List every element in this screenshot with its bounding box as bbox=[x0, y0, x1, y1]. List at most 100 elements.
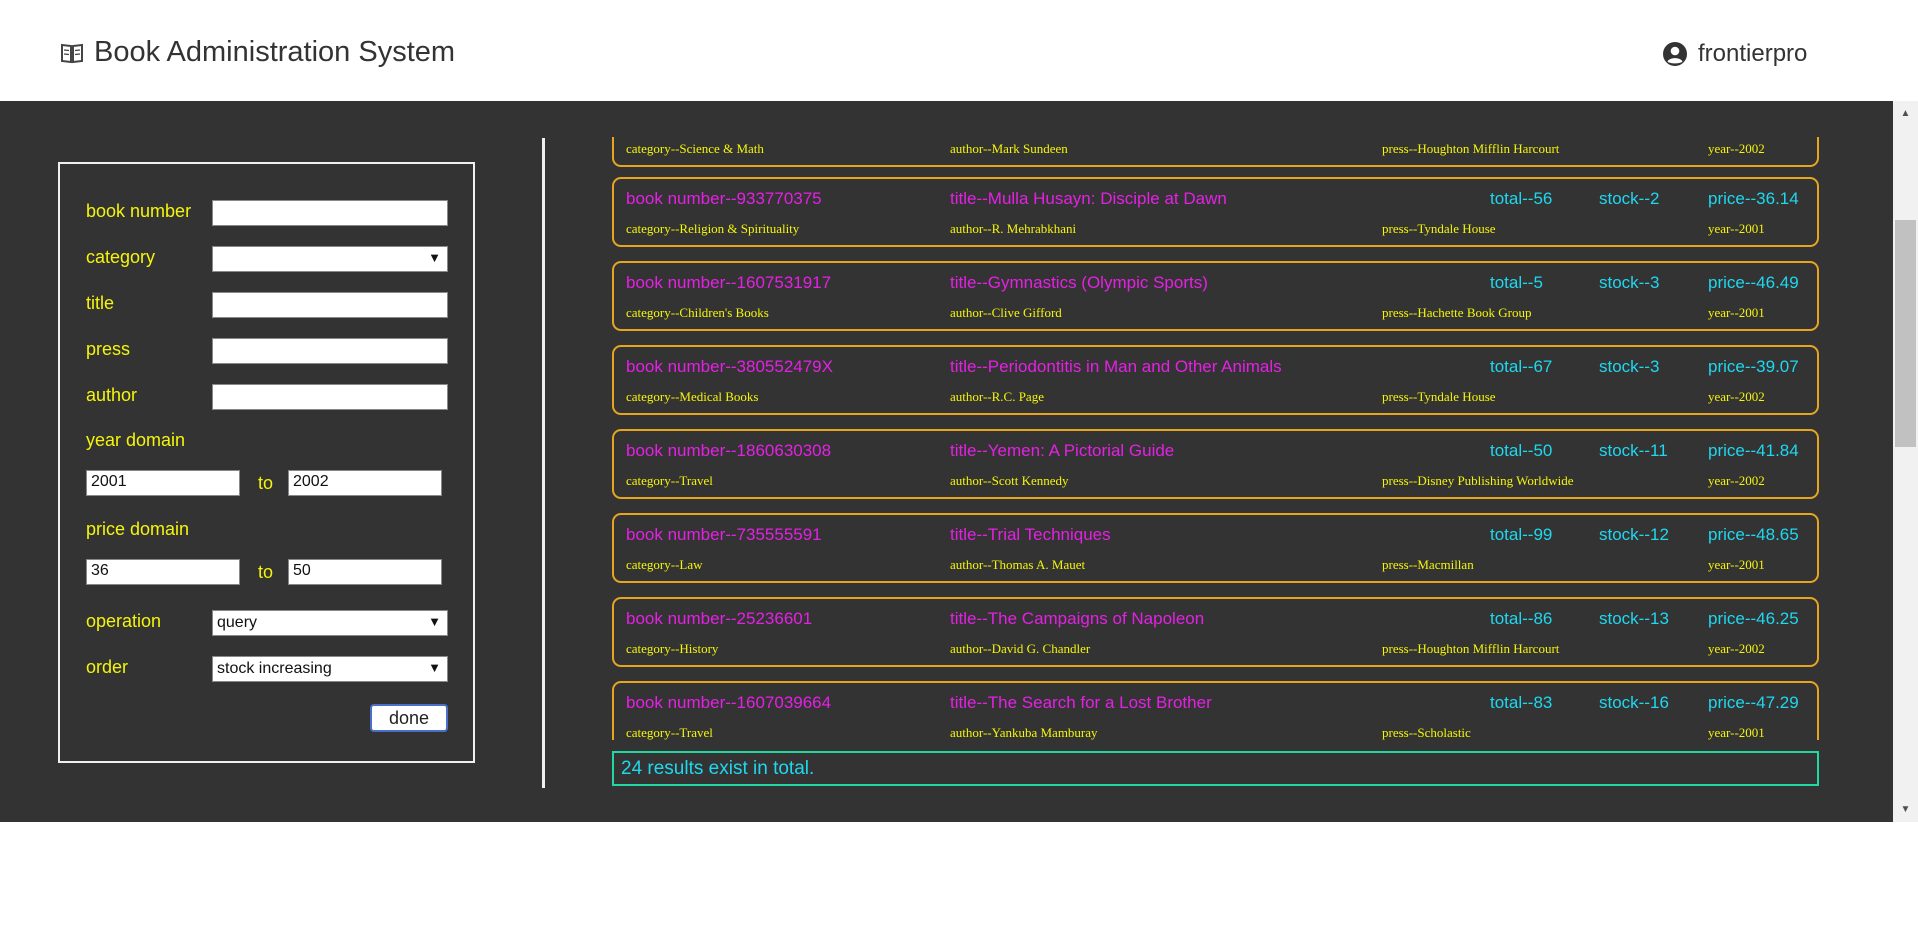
result-author: author--Thomas A. Mauet bbox=[950, 557, 1086, 572]
user-menu[interactable]: frontierpro bbox=[1662, 40, 1807, 68]
result-stock: stock--3 bbox=[1599, 357, 1660, 376]
result-total: total--5 bbox=[1490, 273, 1543, 292]
author-label: author bbox=[86, 385, 138, 405]
result-total: total--67 bbox=[1490, 357, 1553, 376]
result-stock: stock--11 bbox=[1599, 441, 1668, 460]
result-year: year--2002 bbox=[1708, 473, 1765, 488]
order-row: order stock increasing ▼ bbox=[86, 654, 448, 684]
result-card[interactable]: book number--1607039664 title--The Searc… bbox=[612, 681, 1819, 740]
category-select[interactable]: ▼ bbox=[212, 246, 448, 272]
result-category: category--Religion & Spirituality bbox=[626, 221, 800, 236]
result-book-number: book number--1607531917 bbox=[626, 273, 832, 292]
result-card[interactable]: book number--25236601 title--The Campaig… bbox=[612, 597, 1819, 667]
result-press: press--Macmillan bbox=[1382, 557, 1474, 572]
operation-row: operation query ▼ bbox=[86, 608, 448, 638]
result-author: author--Yankuba Mamburay bbox=[950, 725, 1098, 740]
price-from-input[interactable]: 36 bbox=[86, 559, 240, 585]
result-book-number: book number--1607039664 bbox=[626, 693, 832, 712]
book-number-input[interactable] bbox=[212, 200, 448, 226]
result-price: price--41.84 bbox=[1708, 441, 1799, 460]
result-card[interactable]: book number--1860630308 title--Yemen: A … bbox=[612, 429, 1819, 499]
result-year: year--2001 bbox=[1708, 221, 1765, 236]
press-input[interactable] bbox=[212, 338, 448, 364]
year-to-input[interactable]: 2002 bbox=[288, 470, 442, 496]
scroll-down-icon[interactable]: ▼ bbox=[1893, 797, 1918, 822]
result-stock: stock--2 bbox=[1599, 189, 1660, 208]
year-range-row: 2001 to 2002 bbox=[86, 470, 446, 500]
result-author: author--Mark Sundeen bbox=[950, 141, 1068, 156]
result-total: total--83 bbox=[1490, 693, 1553, 712]
result-price: price--39.07 bbox=[1708, 357, 1799, 376]
result-book-number: book number--1860630308 bbox=[626, 441, 832, 460]
operation-select[interactable]: query ▼ bbox=[212, 610, 448, 636]
app-title: Book Administration System bbox=[94, 36, 456, 68]
author-row: author bbox=[86, 382, 448, 412]
done-button[interactable]: done bbox=[370, 704, 448, 732]
author-input[interactable] bbox=[212, 384, 448, 410]
result-category: category--History bbox=[626, 641, 719, 656]
result-title: title--Periodontitis in Man and Other An… bbox=[950, 357, 1282, 376]
result-title: title--Trial Techniques bbox=[950, 525, 1111, 544]
brand: Book Administration System bbox=[60, 36, 455, 69]
result-press: press--Houghton Mifflin Harcourt bbox=[1382, 141, 1560, 156]
result-title: title--The Search for a Lost Brother bbox=[950, 693, 1212, 712]
price-to-input[interactable]: 50 bbox=[288, 559, 442, 585]
category-row: category ▼ bbox=[86, 244, 448, 274]
result-total: total--86 bbox=[1490, 609, 1553, 628]
press-label: press bbox=[86, 339, 131, 359]
price-domain-label: price domain bbox=[86, 519, 190, 539]
result-year: year--2002 bbox=[1708, 389, 1765, 404]
order-select[interactable]: stock increasing ▼ bbox=[212, 656, 448, 682]
result-book-number: book number--380552479X bbox=[626, 357, 833, 376]
result-author: author--Clive Gifford bbox=[950, 305, 1062, 320]
result-card[interactable]: book number--735555591 title--Trial Tech… bbox=[612, 513, 1819, 583]
year-to-label: to bbox=[258, 473, 274, 493]
result-press: press--Houghton Mifflin Harcourt bbox=[1382, 641, 1560, 656]
result-card[interactable]: book number--933770375 title--Mulla Husa… bbox=[612, 177, 1819, 247]
category-label: category bbox=[86, 247, 156, 267]
result-book-number: book number--933770375 bbox=[626, 189, 822, 208]
page-scrollbar[interactable]: ▲ ▼ bbox=[1893, 101, 1918, 822]
scroll-up-icon[interactable]: ▲ bbox=[1893, 101, 1918, 126]
result-price: price--46.25 bbox=[1708, 609, 1799, 628]
result-author: author--Scott Kennedy bbox=[950, 473, 1069, 488]
result-stock: stock--16 bbox=[1599, 693, 1669, 712]
result-card[interactable]: book number--380552479X title--Periodont… bbox=[612, 345, 1819, 415]
result-total: total--99 bbox=[1490, 525, 1553, 544]
order-select-value: stock increasing bbox=[217, 660, 332, 677]
result-book-number: book number--25236601 bbox=[626, 609, 813, 628]
result-stock: stock--12 bbox=[1599, 525, 1669, 544]
result-category: category--Travel bbox=[626, 725, 713, 740]
result-title: title--The Campaigns of Napoleon bbox=[950, 609, 1205, 628]
result-year: year--2001 bbox=[1708, 305, 1765, 320]
title-input[interactable] bbox=[212, 292, 448, 318]
price-domain-row: price domain bbox=[86, 516, 446, 546]
results-summary: 24 results exist in total. bbox=[612, 751, 1819, 786]
book-icon bbox=[61, 43, 83, 63]
result-card[interactable]: category--Science & Math author--Mark Su… bbox=[612, 137, 1819, 167]
price-range-row: 36 to 50 bbox=[86, 559, 446, 589]
order-label: order bbox=[86, 657, 129, 677]
results-list[interactable]: category--Science & Math author--Mark Su… bbox=[612, 137, 1819, 740]
result-card[interactable]: book number--1607531917 title--Gymnastic… bbox=[612, 261, 1819, 331]
title-row: title bbox=[86, 290, 448, 320]
operation-label: operation bbox=[86, 611, 162, 631]
caret-down-icon: ▼ bbox=[428, 250, 441, 265]
result-category: category--Travel bbox=[626, 473, 713, 488]
year-domain-label: year domain bbox=[86, 430, 186, 450]
year-domain-row: year domain bbox=[86, 427, 446, 457]
result-category: category--Law bbox=[626, 557, 703, 572]
result-author: author--R.C. Page bbox=[950, 389, 1044, 404]
result-press: press--Tyndale House bbox=[1382, 221, 1496, 236]
result-category: category--Medical Books bbox=[626, 389, 759, 404]
result-title: title--Mulla Husayn: Disciple at Dawn bbox=[950, 189, 1227, 208]
year-from-input[interactable]: 2001 bbox=[86, 470, 240, 496]
user-circle-icon bbox=[1663, 42, 1687, 66]
result-category: category--Children's Books bbox=[626, 305, 769, 320]
result-press: press--Disney Publishing Worldwide bbox=[1382, 473, 1574, 488]
scroll-thumb[interactable] bbox=[1895, 220, 1916, 447]
result-stock: stock--3 bbox=[1599, 273, 1660, 292]
result-book-number: book number--735555591 bbox=[626, 525, 822, 544]
caret-down-icon: ▼ bbox=[428, 660, 441, 675]
result-category: category--Science & Math bbox=[626, 141, 764, 156]
